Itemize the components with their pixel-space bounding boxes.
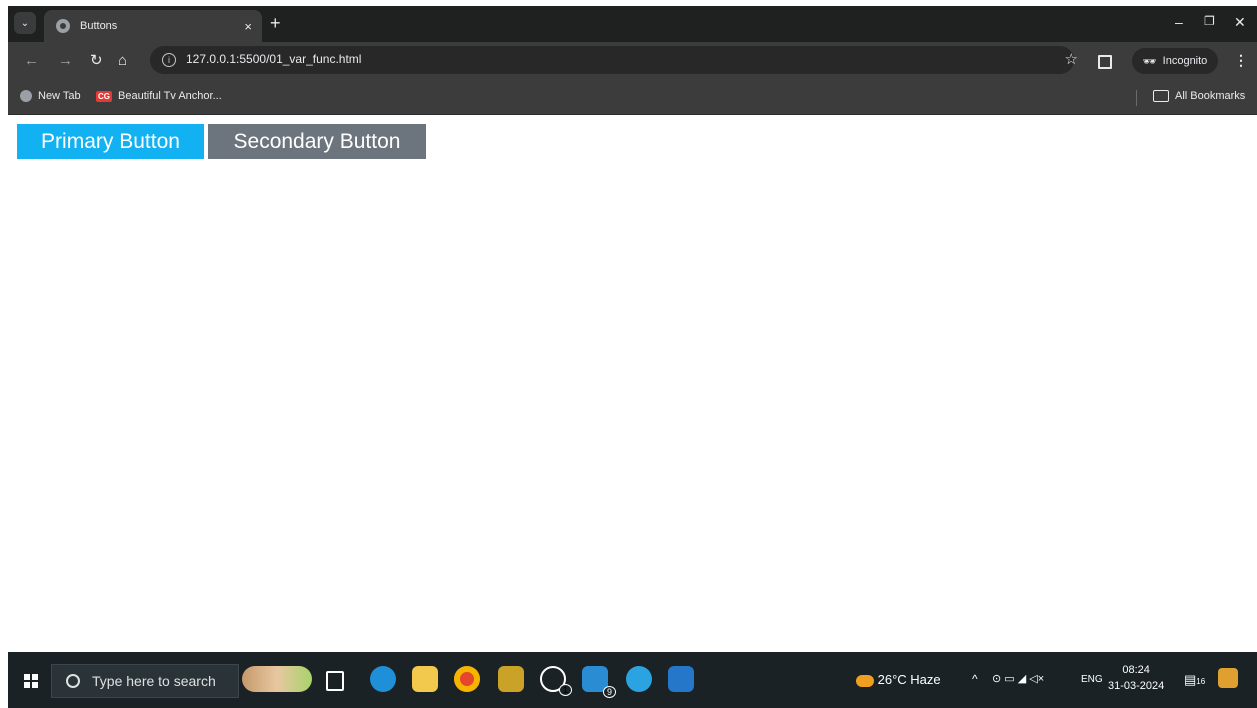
search-placeholder: Type here to search — [92, 673, 216, 689]
page-content: Primary Button Secondary Button — [8, 115, 1257, 652]
tab-search-button[interactable]: ⌄ — [14, 12, 36, 34]
forward-arrow-icon[interactable]: → — [58, 52, 73, 70]
windows-taskbar: Type here to search 1 9 26°C Haze ^ ⊙ ▭ … — [8, 652, 1257, 708]
site-info-icon[interactable]: i — [162, 53, 176, 67]
primary-button[interactable]: Primary Button — [17, 124, 204, 159]
notification-icon[interactable]: ▤16 — [1184, 672, 1205, 688]
vscode-icon[interactable] — [668, 666, 694, 692]
browser-window: ⌄ Buttons × + – ❐ ✕ ← → ↻ ⌂ i 127.0.0.1:… — [8, 6, 1257, 708]
chrome-icon[interactable] — [454, 666, 480, 692]
tab-title: Buttons — [80, 20, 118, 32]
bookmark-star-icon[interactable]: ☆ — [1065, 50, 1078, 68]
edge-icon[interactable] — [370, 666, 396, 692]
incognito-label: Incognito — [1162, 55, 1208, 67]
globe-icon — [20, 90, 32, 102]
address-bar[interactable]: i 127.0.0.1:5500/01_var_func.html ☆ — [150, 46, 1078, 74]
secondary-button[interactable]: Secondary Button — [208, 124, 426, 159]
menu-kebab-icon[interactable]: ⋮ — [1234, 52, 1248, 69]
system-tray-icons[interactable]: ⊙ ▭ ◢ ◁× — [992, 672, 1044, 685]
clock-date: 31-03-2024 — [1108, 680, 1165, 692]
haze-icon — [856, 674, 874, 687]
globe-icon — [56, 19, 70, 33]
side-panel-icon[interactable] — [1098, 55, 1112, 69]
folder-icon — [1153, 90, 1169, 102]
whatsapp-icon[interactable]: 1 — [540, 666, 572, 696]
language-indicator[interactable]: ENG — [1081, 674, 1103, 685]
tab-buttons[interactable]: Buttons × — [44, 10, 262, 42]
bookmarks-divider — [1136, 90, 1137, 106]
close-window-button[interactable]: ✕ — [1234, 14, 1246, 31]
app-tray-icon[interactable] — [1218, 668, 1238, 688]
all-bookmarks-label: All Bookmarks — [1175, 90, 1246, 102]
mail-badge: 9 — [602, 686, 616, 698]
reload-icon[interactable]: ↻ — [90, 52, 103, 70]
all-bookmarks-button[interactable]: All Bookmarks — [1153, 90, 1245, 102]
clock-time: 08:24 — [1122, 664, 1150, 676]
incognito-badge[interactable]: 🕶 Incognito — [1132, 48, 1218, 74]
incognito-icon: 🕶 — [1142, 55, 1157, 68]
store-icon[interactable] — [498, 666, 524, 692]
tab-close-icon[interactable]: × — [244, 19, 252, 34]
url-text[interactable]: 127.0.0.1:5500/01_var_func.html — [186, 52, 361, 66]
taskbar-search-box[interactable]: Type here to search — [51, 664, 239, 698]
tab-strip: ⌄ Buttons × + – ❐ ✕ — [8, 6, 1257, 42]
bookmark-label: Beautiful Tv Anchor... — [118, 90, 222, 102]
windows-start-icon[interactable] — [24, 674, 38, 688]
bookmarks-bar: New Tab CG Beautiful Tv Anchor... All Bo… — [8, 82, 1257, 115]
minimize-button[interactable]: – — [1175, 14, 1183, 30]
weather-widget[interactable]: 26°C Haze — [856, 672, 941, 687]
search-icon — [66, 674, 80, 688]
clock[interactable]: 08:24 31-03-2024 — [1108, 662, 1164, 694]
new-tab-button[interactable]: + — [270, 14, 281, 32]
bookmark-new-tab[interactable]: New Tab — [20, 90, 81, 102]
cg-logo-icon: CG — [96, 90, 112, 102]
weather-text: 26°C Haze — [877, 672, 941, 687]
file-explorer-icon[interactable] — [412, 666, 438, 692]
mail-icon[interactable]: 9 — [582, 666, 616, 698]
restore-button[interactable]: ❐ — [1204, 14, 1215, 28]
notification-count: 16 — [1196, 677, 1206, 686]
task-view-icon[interactable] — [326, 671, 344, 691]
home-icon[interactable]: ⌂ — [118, 52, 127, 70]
browser-toolbar: ← → ↻ ⌂ i 127.0.0.1:5500/01_var_func.htm… — [8, 42, 1257, 82]
telegram-icon[interactable] — [626, 666, 652, 692]
back-arrow-icon[interactable]: ← — [24, 52, 39, 70]
easter-doodle-icon[interactable] — [242, 666, 312, 692]
bookmark-label: New Tab — [38, 90, 81, 102]
whatsapp-badge: 1 — [558, 684, 572, 696]
show-hidden-icons[interactable]: ^ — [972, 672, 978, 686]
bookmark-beautiful-tv-anchor[interactable]: CG Beautiful Tv Anchor... — [96, 90, 222, 102]
